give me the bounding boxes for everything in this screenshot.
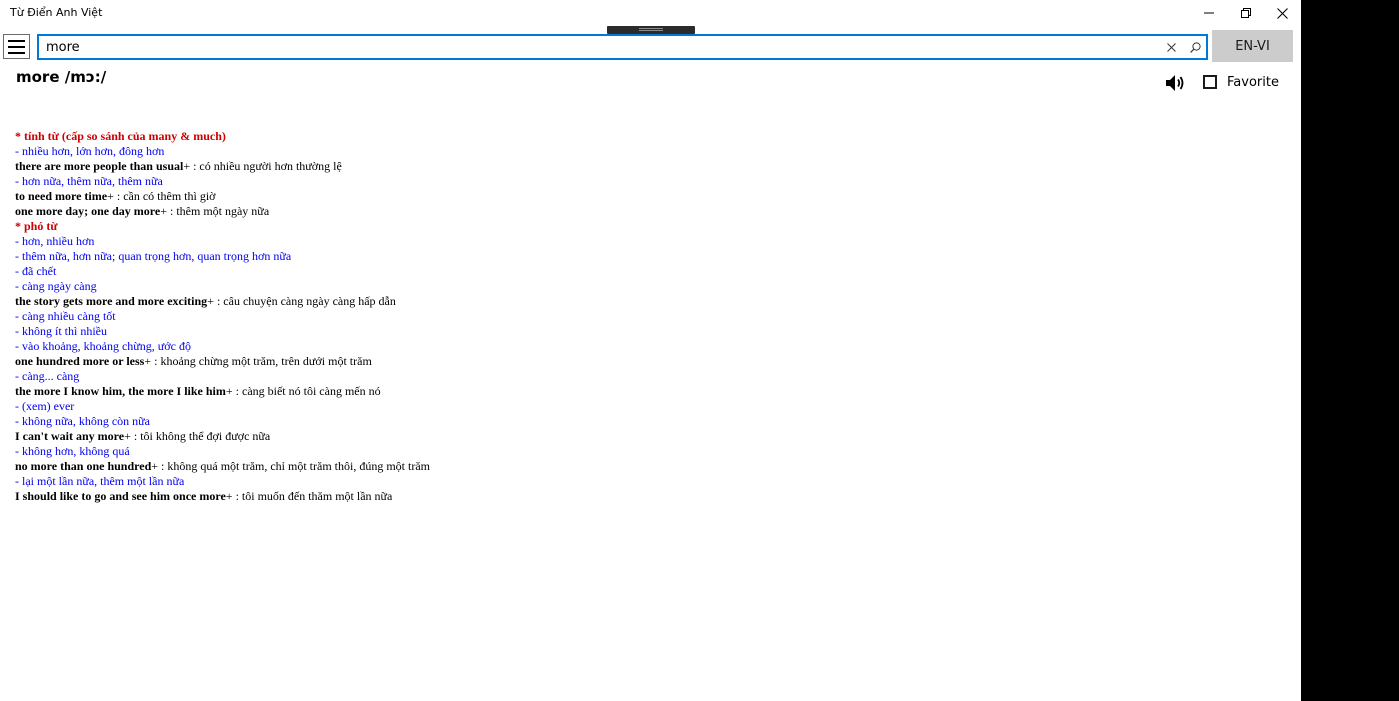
example-translation: + : tôi muốn đến thăm một lần nữa xyxy=(225,489,393,503)
favorite-checkbox[interactable] xyxy=(1203,75,1217,89)
example-translation: + : khoảng chừng một trăm, trên dưới một… xyxy=(144,354,372,368)
definition-meaning: - không nữa, không còn nữa xyxy=(15,414,150,428)
example-translation: + : thêm một ngày nữa xyxy=(160,204,270,218)
definition-meaning: - lại một lần nữa, thêm một lần nữa xyxy=(15,474,185,488)
definition-meaning: - càng nhiều càng tốt xyxy=(15,309,116,323)
definition-meaning: - thêm nữa, hơn nữa; quan trọng hơn, qua… xyxy=(15,249,292,263)
example-phrase: one hundred more or less xyxy=(15,354,145,368)
example-translation: + : câu chuyện càng ngày càng hấp dẫn xyxy=(207,294,396,308)
grip-icon xyxy=(639,28,663,29)
close-icon xyxy=(1277,7,1288,19)
app-title: Từ Điển Anh Việt xyxy=(10,6,103,19)
example-translation: + : không quá một trăm, chỉ một trăm thô… xyxy=(151,459,430,473)
clear-search-button[interactable] xyxy=(1163,39,1179,55)
definition-example: one hundred more or less+ : khoảng chừng… xyxy=(15,354,1215,369)
part-of-speech-heading: * phó từ xyxy=(15,219,58,233)
search-input[interactable] xyxy=(46,38,1146,56)
menu-button[interactable] xyxy=(3,34,30,59)
example-translation: + : càng biết nó tôi càng mến nó xyxy=(225,384,381,398)
definition-meaning: - hơn nữa, thêm nữa, thêm nữa xyxy=(15,174,163,188)
definition-meaning: - càng... càng xyxy=(15,369,80,383)
example-phrase: the more I know him, the more I like him xyxy=(15,384,226,398)
definition-meaning: - hơn, nhiều hơn xyxy=(15,234,95,248)
definition-example: the story gets more and more exciting+ :… xyxy=(15,294,1215,309)
definition-example: to need more time+ : cần có thêm thì giờ xyxy=(15,189,1215,204)
definition-meaning: - không ít thì nhiều xyxy=(15,324,107,338)
close-window-button[interactable] xyxy=(1264,0,1301,26)
panel-drag-handle[interactable] xyxy=(607,26,695,34)
definition-example: I can't wait any more+ : tôi không thể đ… xyxy=(15,429,1215,444)
example-translation: + : có nhiều người hơn thường lệ xyxy=(183,159,342,173)
hamburger-icon xyxy=(8,39,25,54)
minimize-button[interactable] xyxy=(1190,0,1227,26)
close-icon xyxy=(1166,42,1176,52)
minimize-icon xyxy=(1203,12,1214,14)
part-of-speech-heading: * tính từ (cấp so sánh của many & much) xyxy=(15,129,226,143)
definition-meaning: - càng ngày càng xyxy=(15,279,97,293)
search-icon xyxy=(1189,41,1201,53)
example-translation: + : cần có thêm thì giờ xyxy=(107,189,216,203)
definition-example: one more day; one day more+ : thêm một n… xyxy=(15,204,1215,219)
example-phrase: no more than one hundred xyxy=(15,459,152,473)
definition-example: the more I know him, the more I like him… xyxy=(15,384,1215,399)
definition-meaning: - nhiều hơn, lớn hơn, đông hơn xyxy=(15,144,165,158)
favorite-label[interactable]: Favorite xyxy=(1227,75,1279,90)
example-phrase: one more day; one day more xyxy=(15,204,161,218)
definition-example: there are more people than usual+ : có n… xyxy=(15,159,1215,174)
example-phrase: there are more people than usual xyxy=(15,159,184,173)
definition-content: * tính từ (cấp so sánh của many & much) -… xyxy=(15,129,1215,504)
restore-icon xyxy=(1240,8,1251,18)
definition-meaning: - (xem) ever xyxy=(15,399,75,413)
definition-meaning: - không hơn, không quá xyxy=(15,444,130,458)
speaker-icon[interactable] xyxy=(1164,73,1186,93)
example-translation: + : tôi không thể đợi được nữa xyxy=(124,429,271,443)
example-phrase: I can't wait any more xyxy=(15,429,125,443)
definition-example: I should like to go and see him once mor… xyxy=(15,489,1215,504)
definition-meaning: - đã chết xyxy=(15,264,57,278)
headword: more /mɔ:/ xyxy=(16,68,107,86)
title-bar[interactable]: Từ Điển Anh Việt xyxy=(0,0,1301,26)
search-button[interactable] xyxy=(1187,39,1203,55)
language-direction-button[interactable]: EN-VI xyxy=(1212,30,1293,62)
example-phrase: to need more time xyxy=(15,189,108,203)
example-phrase: I should like to go and see him once mor… xyxy=(15,489,226,503)
definition-example: no more than one hundred+ : không quá mộ… xyxy=(15,459,1215,474)
restore-button[interactable] xyxy=(1227,0,1264,26)
search-box[interactable] xyxy=(37,34,1208,60)
definition-meaning: - vào khoảng, khoảng chừng, ước độ xyxy=(15,339,191,353)
example-phrase: the story gets more and more exciting xyxy=(15,294,208,308)
app-window: Từ Điển Anh Việt more EN-VI more /mɔ:/ F… xyxy=(0,0,1301,701)
